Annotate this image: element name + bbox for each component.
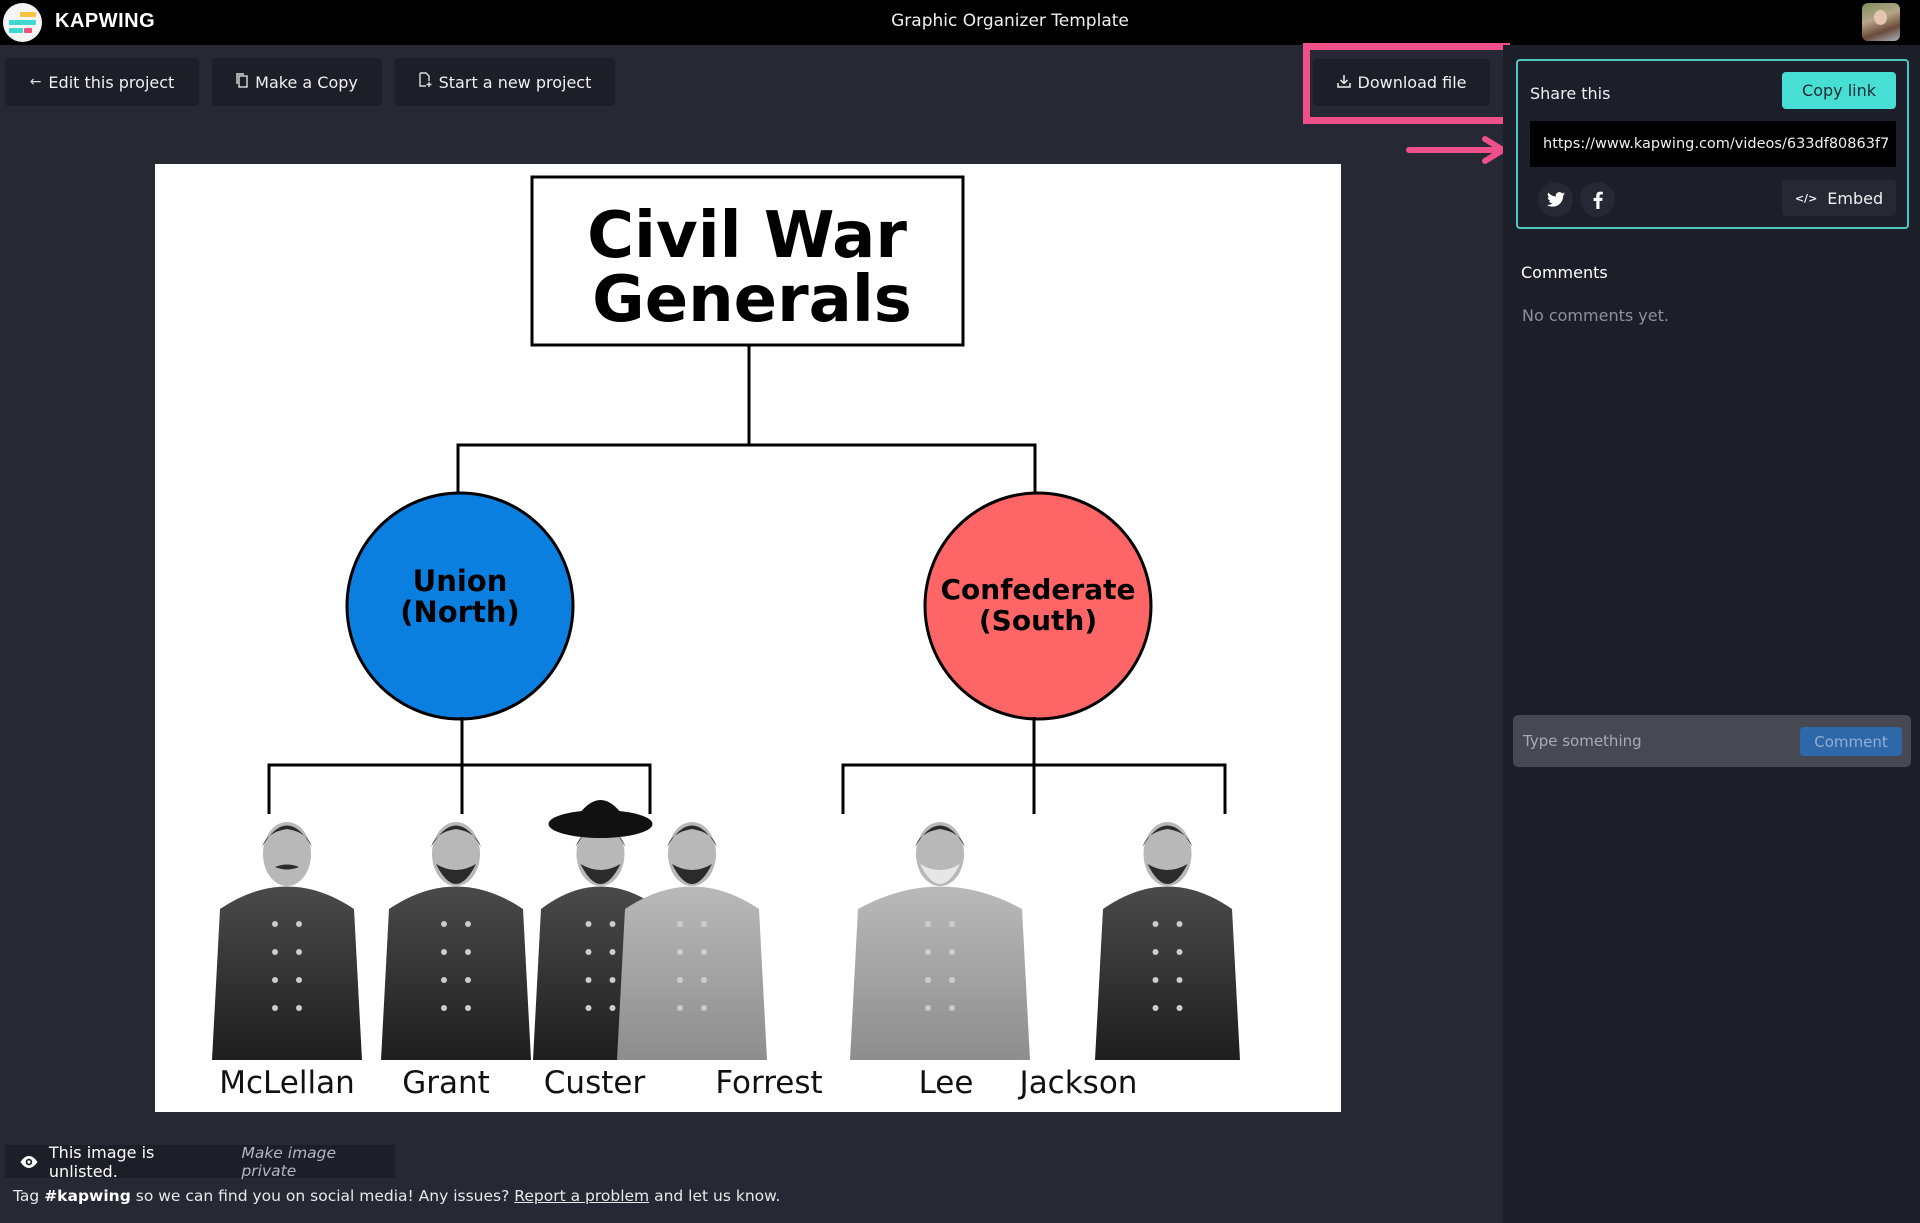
share-title: Share this bbox=[1530, 84, 1611, 103]
start-new-project-button[interactable]: Start a new project bbox=[395, 58, 615, 106]
general-name-grant: Grant bbox=[402, 1065, 490, 1101]
pointer-arrow bbox=[1406, 136, 1506, 164]
footer-suffix: and let us know. bbox=[654, 1187, 781, 1205]
portrait-jackson bbox=[1095, 822, 1240, 1060]
new-file-icon bbox=[418, 72, 432, 92]
footer-message: Tag #kapwing so we can find you on socia… bbox=[13, 1187, 780, 1205]
brand-name[interactable]: KAPWING bbox=[55, 10, 155, 33]
comment-submit-button[interactable]: Comment bbox=[1800, 727, 1902, 756]
no-comments-text: No comments yet. bbox=[1522, 306, 1669, 325]
download-icon bbox=[1336, 74, 1351, 92]
download-file-button[interactable]: Download file bbox=[1313, 59, 1490, 106]
kapwing-logo-icon[interactable] bbox=[3, 3, 42, 42]
visibility-bar: This image is unlisted. Make image priva… bbox=[5, 1142, 395, 1181]
report-problem-link[interactable]: Report a problem bbox=[514, 1187, 649, 1205]
footer-middle: so we can find you on social media! Any … bbox=[135, 1187, 510, 1205]
make-copy-label: Make a Copy bbox=[255, 72, 358, 92]
graphic-organizer: Civil War Generals Union(North) Confedera… bbox=[212, 175, 1240, 1101]
union-label-line-2: (North) bbox=[400, 595, 520, 629]
arrow-left-icon: ← bbox=[29, 74, 42, 90]
edit-project-label: Edit this project bbox=[48, 72, 175, 92]
page-title: Graphic Organizer Template bbox=[891, 11, 1129, 31]
union-label-line-1: Union bbox=[413, 564, 508, 598]
portrait-forrest bbox=[617, 822, 767, 1060]
download-file-label: Download file bbox=[1357, 73, 1467, 92]
confederate-label-line-1: Confederate bbox=[940, 573, 1135, 606]
eye-icon bbox=[20, 1155, 38, 1168]
general-name-forrest: Forrest bbox=[715, 1065, 822, 1101]
facebook-icon bbox=[1593, 191, 1603, 209]
embed-label: Embed bbox=[1827, 188, 1884, 208]
general-name-custer: Custer bbox=[544, 1065, 646, 1101]
page-title-wrap: Graphic Organizer Template bbox=[0, 11, 1920, 31]
general-name-lee: Lee bbox=[919, 1065, 974, 1101]
twitter-share-button[interactable] bbox=[1538, 182, 1573, 217]
visibility-status: This image is unlisted. bbox=[48, 1142, 155, 1181]
embed-button[interactable]: </> Embed bbox=[1782, 180, 1896, 216]
confederate-label-line-2: (South) bbox=[979, 604, 1097, 637]
top-bar: KAPWING Graphic Organizer Template bbox=[0, 0, 1920, 45]
comment-input[interactable] bbox=[1523, 727, 1783, 755]
footer-hashtag: #kapwing bbox=[44, 1187, 131, 1205]
comments-heading: Comments bbox=[1521, 263, 1608, 282]
twitter-icon bbox=[1546, 192, 1565, 207]
start-new-project-label: Start a new project bbox=[438, 72, 592, 92]
make-copy-button[interactable]: Make a Copy bbox=[212, 58, 382, 106]
make-private-link[interactable]: Make image private bbox=[241, 1144, 395, 1180]
portrait-grant bbox=[381, 822, 531, 1060]
general-name-jackson: Jackson bbox=[1018, 1065, 1138, 1101]
user-avatar[interactable] bbox=[1862, 3, 1900, 41]
sidebar: Share this Copy link </> Embed Comments … bbox=[1503, 45, 1920, 1223]
top-connectors bbox=[456, 346, 1037, 496]
facebook-share-button[interactable] bbox=[1580, 182, 1615, 217]
title-line-1: Civil War bbox=[587, 199, 907, 273]
share-url-field[interactable] bbox=[1530, 121, 1896, 167]
footer-prefix: Tag bbox=[13, 1187, 40, 1205]
copy-icon bbox=[236, 72, 248, 92]
title-line-2: Generals bbox=[592, 263, 912, 337]
bottom-connectors bbox=[267, 717, 1227, 814]
copy-link-button[interactable]: Copy link bbox=[1782, 72, 1896, 109]
share-panel: Share this Copy link </> Embed bbox=[1516, 59, 1909, 229]
project-canvas: Civil War Generals Union (North) Confedera… bbox=[155, 164, 1341, 1112]
edit-project-button[interactable]: ← Edit this project bbox=[5, 58, 199, 106]
portrait-lee bbox=[850, 822, 1030, 1060]
portrait-mclellan bbox=[212, 822, 362, 1060]
comment-composer: Comment bbox=[1513, 715, 1911, 767]
general-name-mclellan: McLellan bbox=[219, 1065, 354, 1101]
code-icon: </> bbox=[1794, 191, 1818, 205]
